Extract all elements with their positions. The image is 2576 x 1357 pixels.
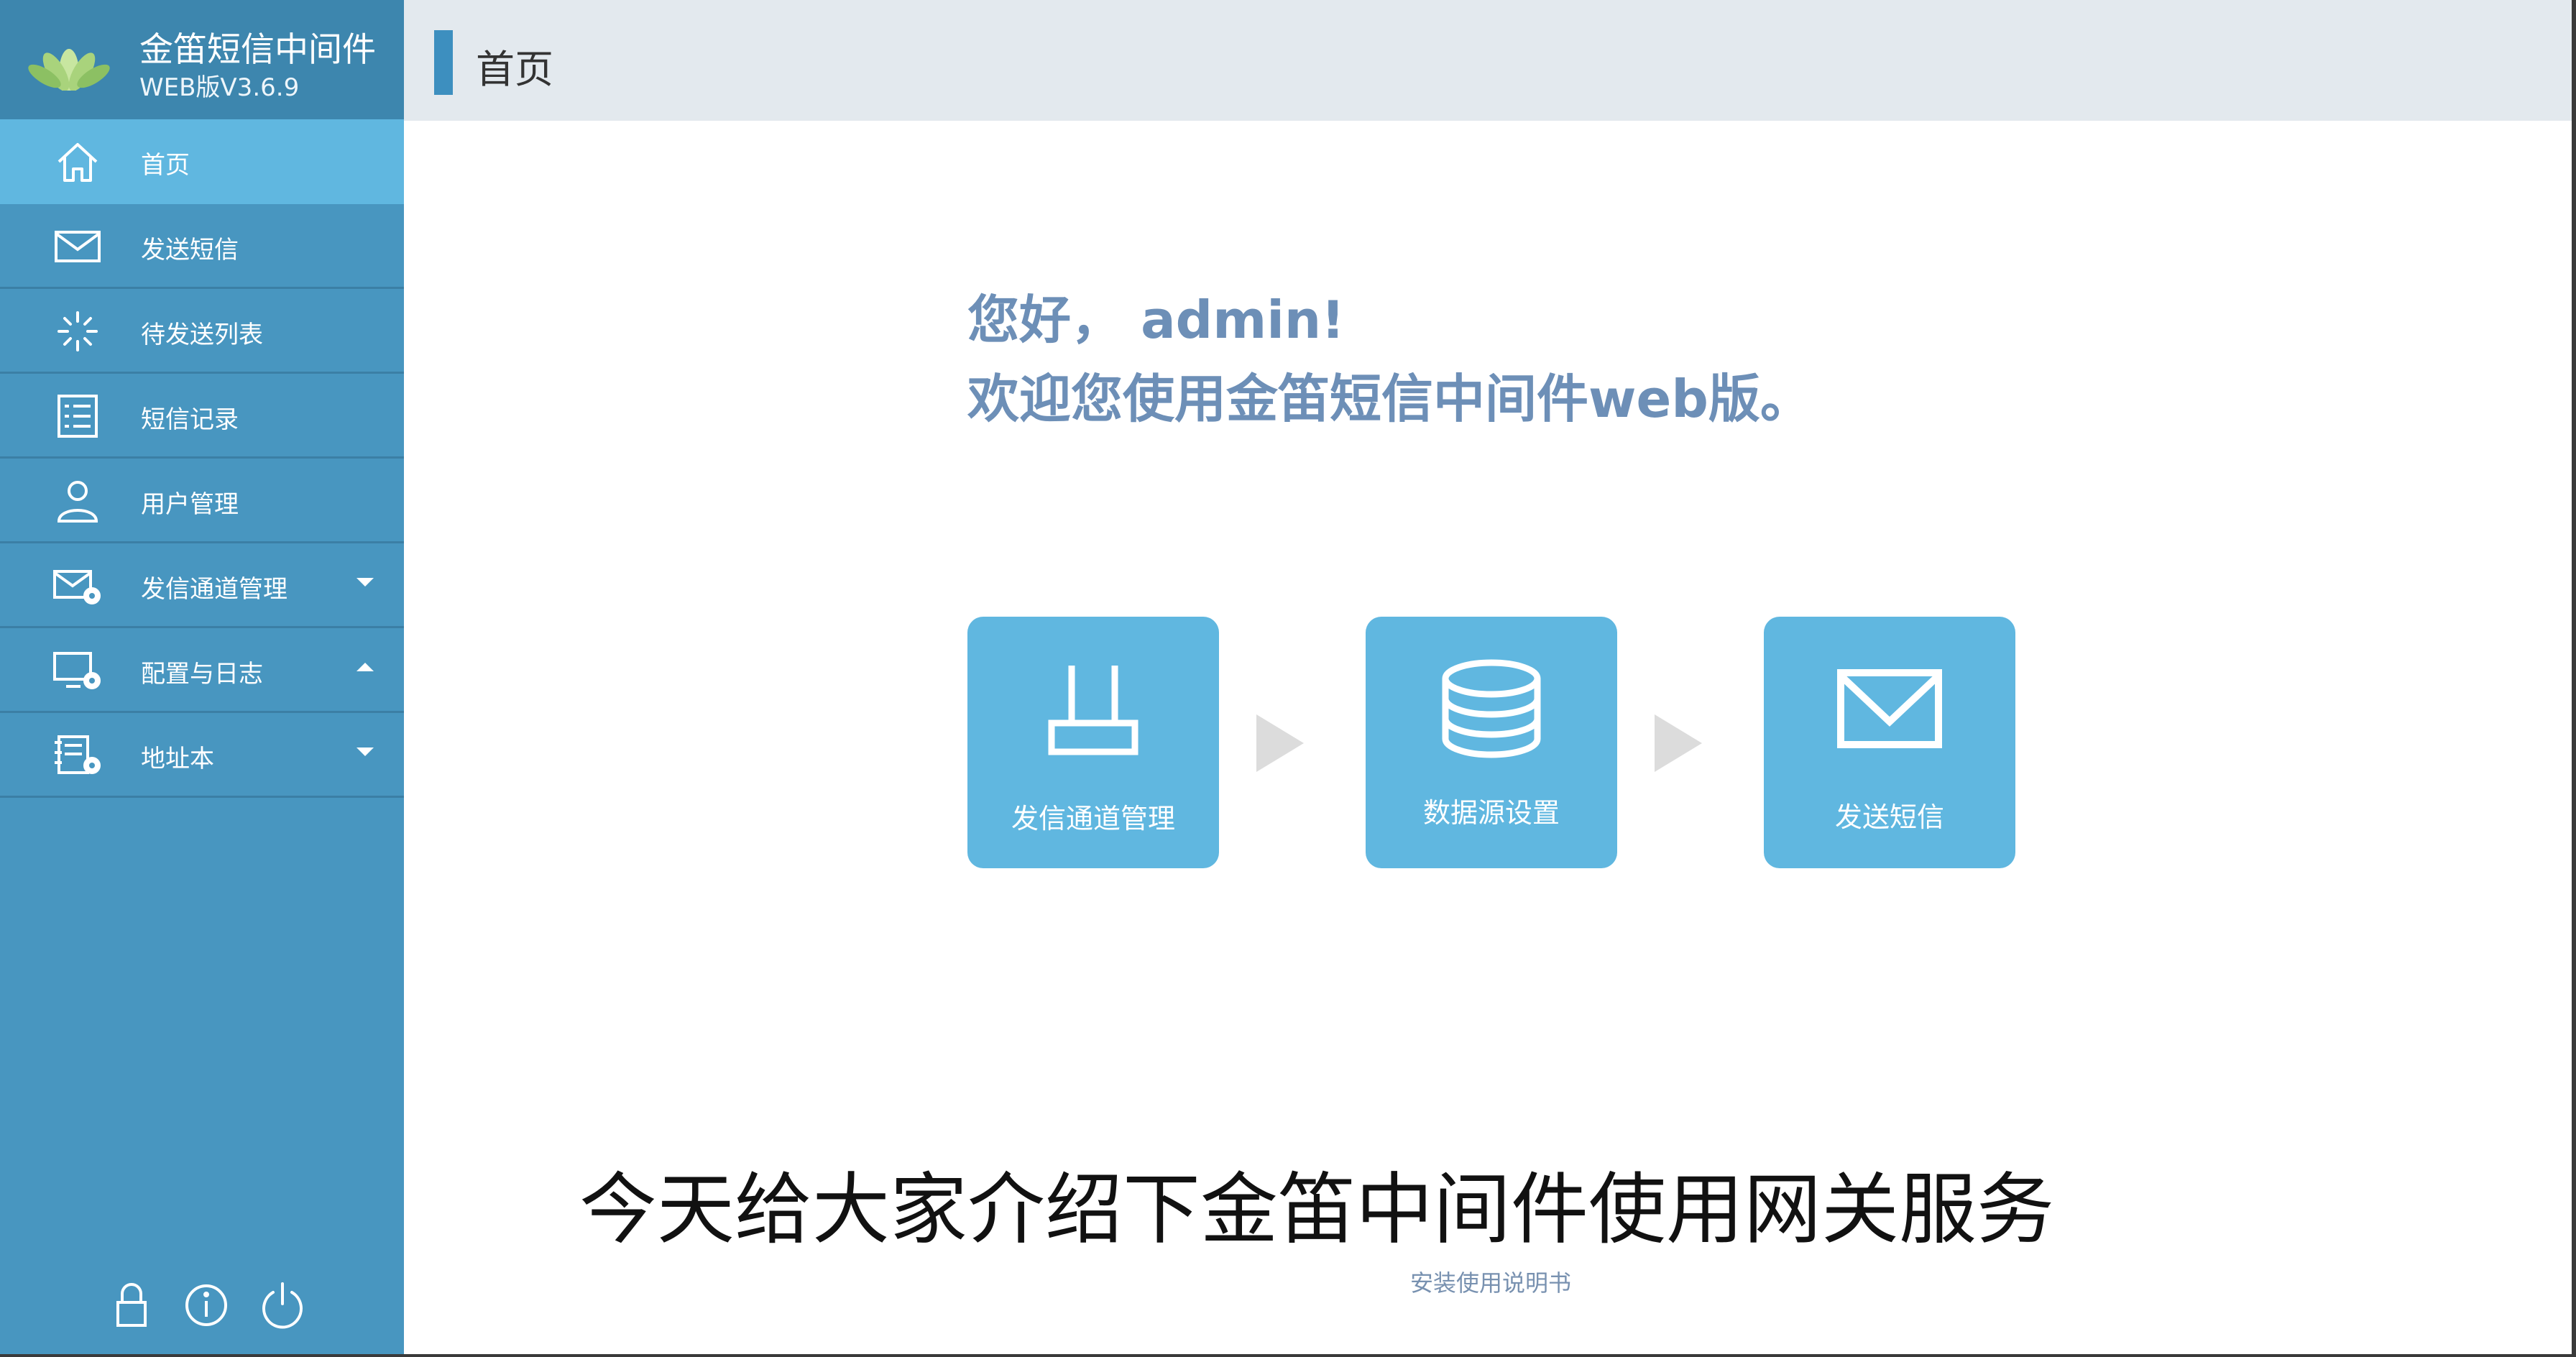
- arrow-right-icon: [1256, 714, 1304, 772]
- chevron-down-icon: [356, 578, 374, 586]
- sidebar-item-config-logs[interactable]: 配置与日志: [0, 628, 404, 713]
- sidebar-item-label: 用户管理: [141, 490, 239, 519]
- sidebar-item-label: 待发送列表: [141, 321, 263, 349]
- chevron-down-icon: [356, 748, 374, 756]
- mail-settings-icon: [49, 564, 106, 607]
- router-icon: [1036, 651, 1151, 766]
- user-icon: [49, 479, 106, 523]
- tile-channel-management[interactable]: 发信通道管理: [967, 617, 1219, 868]
- loading-icon: [49, 310, 106, 353]
- monitor-settings-icon: [49, 649, 106, 692]
- tile-label: 发信通道管理: [1011, 803, 1175, 834]
- top-bar: 首页: [404, 0, 2576, 121]
- home-icon: [49, 140, 106, 183]
- page-title: 首页: [476, 47, 553, 92]
- sidebar-item-label: 发送短信: [141, 236, 239, 264]
- brand-header: 金笛短信中间件 WEB版V3.6.9: [0, 0, 404, 119]
- sidebar-item-user-management[interactable]: 用户管理: [0, 459, 404, 543]
- power-icon[interactable]: [259, 1279, 306, 1330]
- window-edge-bottom: [0, 1354, 2576, 1357]
- info-icon[interactable]: [183, 1279, 230, 1330]
- sidebar-footer: [0, 1279, 404, 1337]
- sidebar-nav: 首页 发送短信 待发送列表 短信记录 用户管理 发信通道管理 配置与日志 地址本: [0, 119, 404, 798]
- window-edge-right: [2572, 0, 2576, 1357]
- greeting-line-2: 欢迎您使用金笛短信中间件web版。: [967, 369, 1812, 429]
- sidebar-item-channel-management[interactable]: 发信通道管理: [0, 543, 404, 628]
- leaf-logo-icon: [24, 29, 114, 98]
- sidebar-item-label: 首页: [141, 151, 190, 180]
- sidebar-item-address-book[interactable]: 地址本: [0, 713, 404, 798]
- greeting-line-1: 您好， admin!: [967, 290, 1345, 350]
- sidebar-item-label: 发信通道管理: [141, 575, 288, 604]
- sidebar-item-pending-list[interactable]: 待发送列表: [0, 289, 404, 374]
- lock-icon[interactable]: [108, 1279, 155, 1330]
- app-title: 金笛短信中间件: [139, 30, 376, 70]
- video-subtitle: 今天给大家介绍下金笛中间件使用网关服务: [579, 1165, 2055, 1255]
- sidebar-item-sms-records[interactable]: 短信记录: [0, 374, 404, 459]
- mail-icon: [49, 225, 106, 268]
- list-icon: [49, 395, 106, 438]
- tile-send-sms[interactable]: 发送短信: [1764, 617, 2015, 868]
- sidebar-item-home[interactable]: 首页: [0, 119, 404, 204]
- sidebar-item-label: 地址本: [141, 745, 214, 773]
- chevron-up-icon: [356, 663, 374, 671]
- tile-label: 发送短信: [1834, 801, 1944, 833]
- welcome-greeting: 您好， admin! 欢迎您使用金笛短信中间件web版。: [967, 280, 1812, 438]
- database-icon: [1434, 651, 1549, 766]
- tile-label: 数据源设置: [1422, 797, 1560, 829]
- sidebar-item-label: 配置与日志: [141, 660, 263, 689]
- install-manual-link[interactable]: 安装使用说明书: [1410, 1265, 1571, 1298]
- tile-datasource-settings[interactable]: 数据源设置: [1366, 617, 1617, 868]
- envelope-icon: [1832, 651, 1947, 766]
- app-version: WEB版V3.6.9: [139, 73, 300, 102]
- sidebar-item-send-sms[interactable]: 发送短信: [0, 204, 404, 289]
- title-accent-bar: [434, 30, 453, 95]
- addressbook-settings-icon: [49, 734, 106, 777]
- sidebar-item-label: 短信记录: [141, 405, 239, 434]
- arrow-right-icon: [1655, 714, 1702, 772]
- sidebar: 金笛短信中间件 WEB版V3.6.9 首页 发送短信 待发送列表 短信记录 用户…: [0, 0, 404, 1357]
- main-content: 您好， admin! 欢迎您使用金笛短信中间件web版。 发信通道管理 数据源设…: [404, 121, 2576, 1357]
